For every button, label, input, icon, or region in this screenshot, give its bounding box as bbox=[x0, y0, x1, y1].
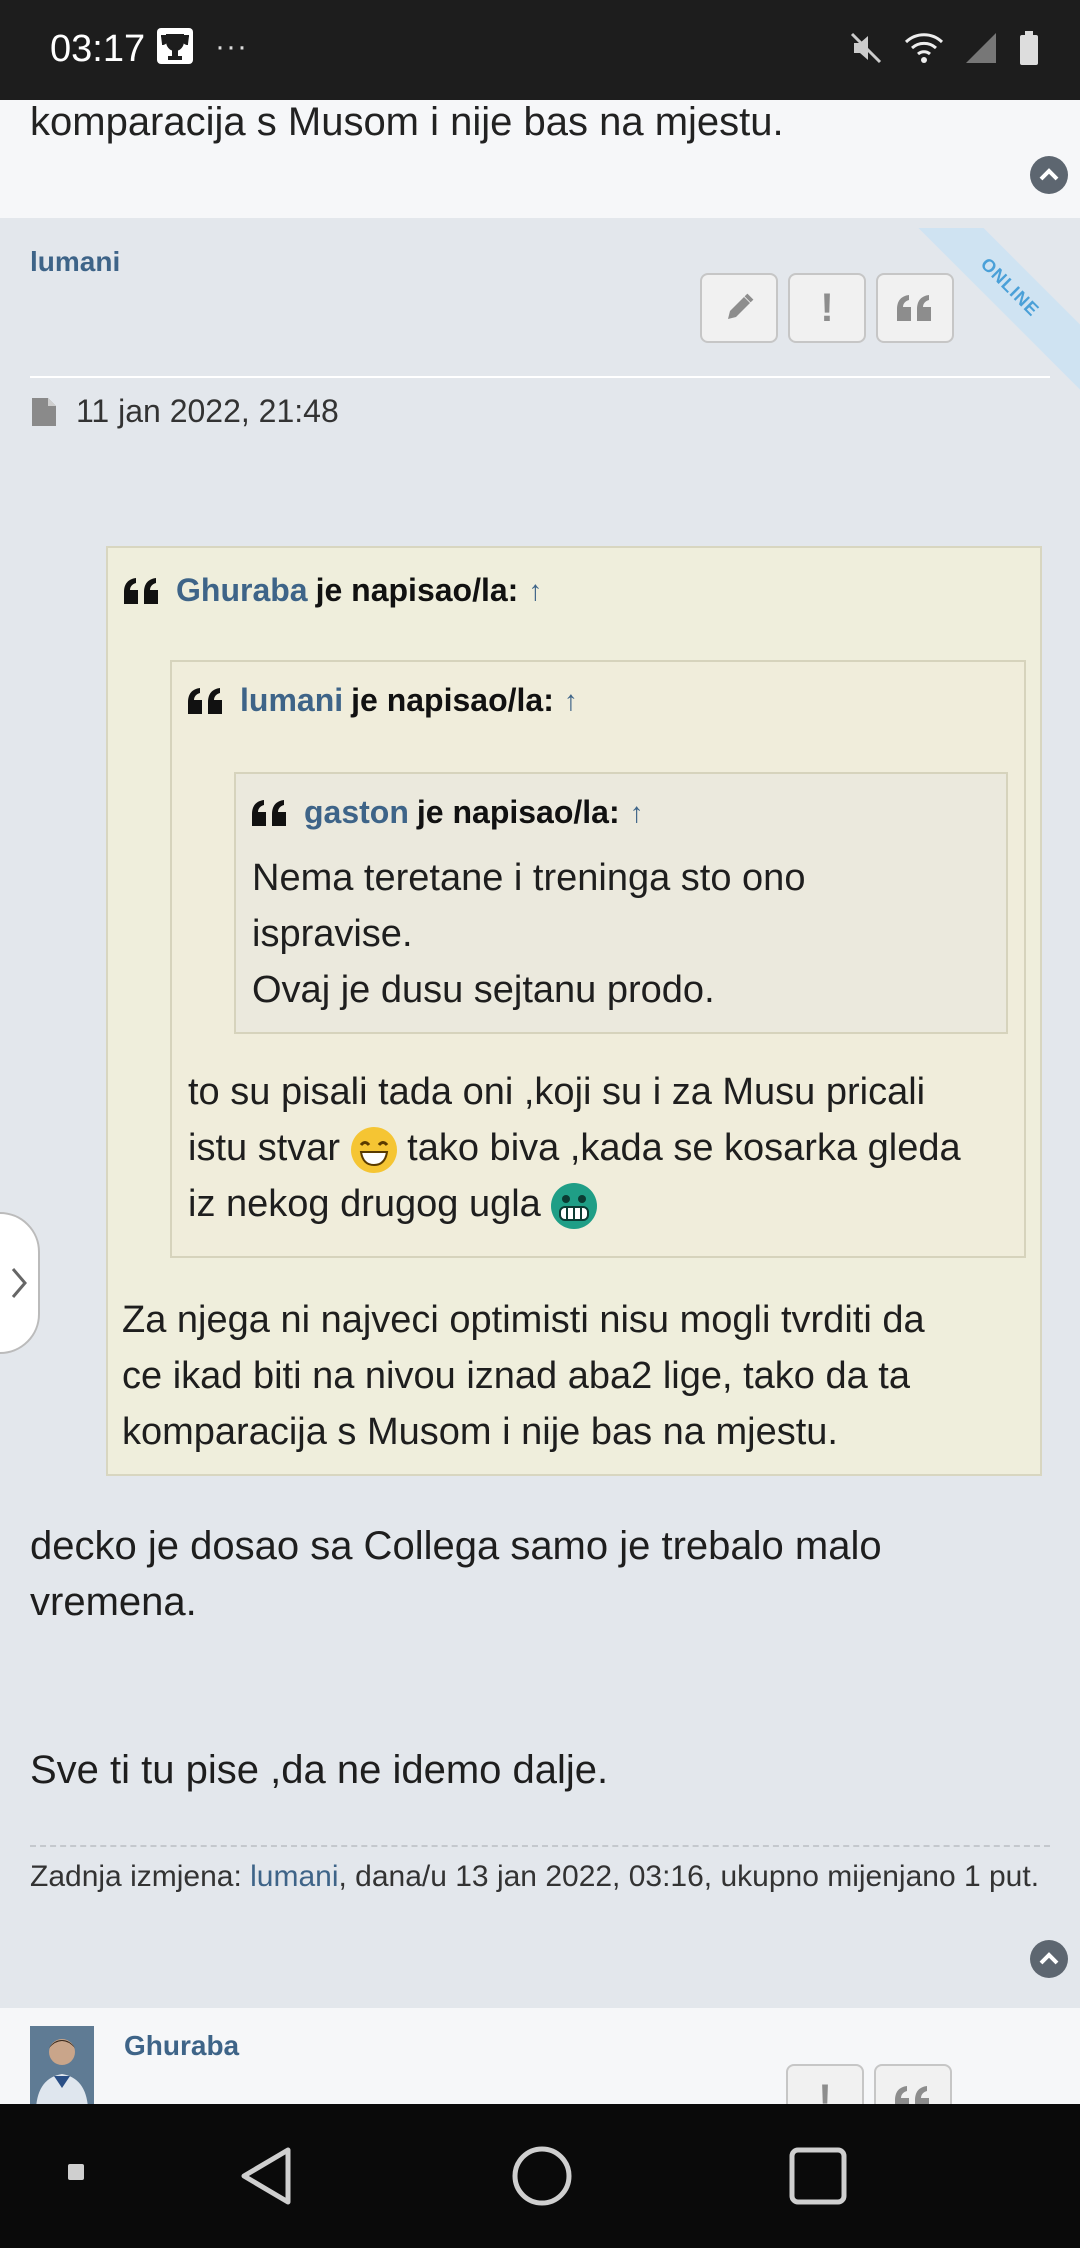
quote-line: ce ikad biti na nivou iznad aba2 lige, t… bbox=[122, 1355, 910, 1397]
next-post: Ghuraba ! bbox=[0, 2008, 1080, 2108]
quote-said-label: je napisao/la: bbox=[351, 682, 554, 718]
signature-divider bbox=[30, 1845, 1050, 1847]
quote-icon bbox=[897, 295, 931, 321]
quote-line: to su pisali tada oni ,koji su i za Musu… bbox=[188, 1071, 926, 1113]
quote-text: to su pisali tada oni ,koji su i za Musu… bbox=[188, 1064, 961, 1232]
quote-button[interactable] bbox=[876, 273, 954, 343]
pencil-icon bbox=[728, 293, 754, 319]
quote-author-link[interactable]: gaston bbox=[304, 794, 409, 831]
edit-notice-user-link[interactable]: lumani bbox=[250, 1860, 338, 1893]
quote-icon bbox=[124, 577, 158, 604]
status-time: 03:17 bbox=[50, 28, 146, 70]
signal-icon bbox=[966, 33, 996, 63]
post-actions: ! bbox=[700, 273, 954, 343]
status-bar: 03:17 ··· bbox=[0, 0, 1080, 100]
post-author-link[interactable]: Ghuraba bbox=[124, 2030, 239, 2062]
edit-notice-suffix: , dana/u 13 jan 2022, 03:16, ukupno mije… bbox=[338, 1860, 1040, 1893]
more-notifications-icon: ··· bbox=[215, 30, 248, 63]
quote-block: lumani je napisao/la: ↑ gaston je napisa… bbox=[170, 660, 1026, 1258]
edit-notice-prefix: Zadnja izmjena: bbox=[30, 1860, 251, 1893]
back-to-top-button[interactable] bbox=[1030, 156, 1068, 194]
post: lumani ONLINE ! 11 jan 2022, 21:48 Ghura… bbox=[0, 228, 1080, 1996]
back-to-top-button[interactable] bbox=[1030, 1940, 1068, 1978]
chevron-up-icon bbox=[1039, 168, 1059, 181]
document-icon bbox=[32, 397, 56, 426]
quote-author-link[interactable]: Ghuraba bbox=[176, 572, 308, 609]
jump-to-quote-link[interactable]: ↑ bbox=[528, 575, 542, 607]
quote-block: Ghuraba je napisao/la: ↑ lumani je napis… bbox=[106, 546, 1042, 1476]
report-button[interactable]: ! bbox=[786, 2064, 864, 2108]
post-actions: ! bbox=[786, 2064, 952, 2108]
quote-text: Nema teretane i treninga sto ono ispravi… bbox=[252, 850, 805, 1018]
laughing-emoji-icon bbox=[350, 1126, 397, 1173]
quote-said-label: je napisao/la: bbox=[416, 794, 620, 830]
quote-line: iz nekog drugog ugla bbox=[188, 1176, 961, 1232]
quote-line: Nema teretane i treninga sto ono bbox=[252, 857, 806, 899]
edit-notice: Zadnja izmjena: lumani, dana/u 13 jan 20… bbox=[30, 1856, 1050, 1898]
quote-line: ispravise. bbox=[252, 913, 413, 955]
edit-button[interactable] bbox=[700, 273, 778, 343]
quote-header: Ghuraba je napisao/la: ↑ bbox=[122, 572, 542, 609]
quote-icon bbox=[188, 687, 222, 714]
quote-line: komparacija s Musom i nije bas na mjestu… bbox=[122, 1411, 838, 1453]
post-author-link[interactable]: lumani bbox=[30, 246, 120, 278]
home-icon[interactable] bbox=[510, 2144, 574, 2208]
body-line: decko je dosao sa Collega samo je trebal… bbox=[30, 1524, 882, 1568]
chevron-up-icon bbox=[1039, 1952, 1059, 1965]
grinning-emoji-icon bbox=[551, 1182, 598, 1229]
quote-icon bbox=[252, 799, 286, 826]
quote-header: lumani je napisao/la: ↑ bbox=[186, 682, 578, 719]
overview-icon[interactable] bbox=[788, 2146, 848, 2206]
report-icon: ! bbox=[820, 285, 834, 330]
jump-to-quote-link[interactable]: ↑ bbox=[630, 797, 644, 829]
post-date-row: 11 jan 2022, 21:48 bbox=[30, 393, 339, 430]
recent-apps-small-icon[interactable] bbox=[66, 2162, 86, 2182]
quote-line-part: istu stvar bbox=[188, 1127, 341, 1169]
side-panel-toggle[interactable] bbox=[0, 1212, 40, 1354]
quote-text: Za njega ni najveci optimisti nisu mogli… bbox=[122, 1292, 925, 1460]
chevron-right-icon bbox=[11, 1268, 27, 1298]
quote-line: Ovaj je dusu sejtanu prodo. bbox=[252, 969, 715, 1011]
quote-block: gaston je napisao/la: ↑ Nema teretane i … bbox=[234, 772, 1008, 1034]
report-button[interactable]: ! bbox=[788, 273, 866, 343]
quote-author-link[interactable]: lumani bbox=[240, 682, 343, 719]
jump-to-quote-link[interactable]: ↑ bbox=[564, 685, 578, 717]
battery-icon bbox=[1020, 31, 1038, 65]
previous-post-text: komparacija s Musom i nije bas na mjestu… bbox=[30, 100, 784, 144]
quote-said-label: je napisao/la: bbox=[315, 572, 519, 608]
header-divider bbox=[30, 376, 1050, 378]
post-date: 11 jan 2022, 21:48 bbox=[76, 393, 339, 429]
mute-icon bbox=[850, 32, 882, 64]
wifi-icon bbox=[904, 33, 944, 63]
trophy-icon bbox=[157, 28, 193, 64]
quote-header: gaston je napisao/la: ↑ bbox=[250, 794, 644, 831]
previous-post: komparacija s Musom i nije bas na mjestu… bbox=[0, 100, 1080, 218]
system-nav-bar bbox=[0, 2104, 1080, 2248]
quote-line-part: tako biva ,kada se kosarka gleda bbox=[407, 1127, 961, 1169]
back-icon[interactable] bbox=[236, 2144, 296, 2208]
body-line: vremena. bbox=[30, 1580, 197, 1624]
quote-line-part: iz nekog drugog ugla bbox=[188, 1183, 541, 1225]
quote-line: istu stvar tako biva ,kada se kosarka gl… bbox=[188, 1120, 961, 1176]
post-body: decko je dosao sa Collega samo je trebal… bbox=[30, 1518, 882, 1630]
post-body: Sve ti tu pise ,da ne idemo dalje. bbox=[30, 1742, 608, 1798]
quote-button[interactable] bbox=[874, 2064, 952, 2108]
quote-line: Za njega ni najveci optimisti nisu mogli… bbox=[122, 1299, 925, 1341]
body-line: Sve ti tu pise ,da ne idemo dalje. bbox=[30, 1748, 609, 1792]
avatar[interactable] bbox=[30, 2026, 94, 2108]
